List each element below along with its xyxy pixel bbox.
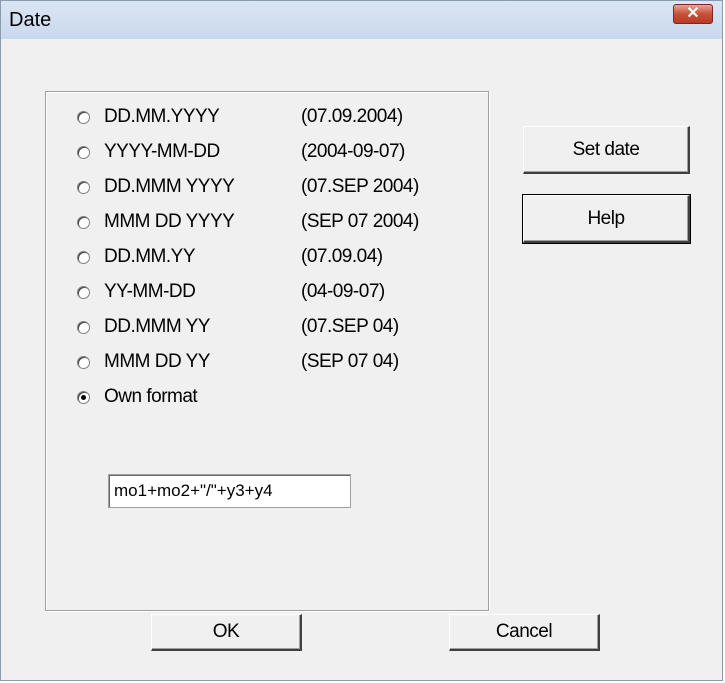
- own-format-input[interactable]: [108, 474, 351, 508]
- title-bar[interactable]: Date ✕: [1, 1, 722, 39]
- format-group: DD.MM.YYYY (07.09.2004) YYYY-MM-DD (2004…: [45, 91, 489, 611]
- format-option-mmm-dd-yy[interactable]: MMM DD YY (SEP 07 04): [77, 350, 399, 374]
- radio-button-icon[interactable]: [77, 180, 90, 194]
- format-label: DD.MM.YYYY: [104, 106, 220, 127]
- radio-button-icon[interactable]: [77, 215, 90, 229]
- format-label: MMM DD YYYY: [104, 211, 235, 232]
- dialog-client: DD.MM.YYYY (07.09.2004) YYYY-MM-DD (2004…: [1, 39, 722, 680]
- format-example: (07.09.2004): [301, 106, 403, 127]
- format-option-dd-mm-yy[interactable]: DD.MM.YY (07.09.04): [77, 245, 383, 269]
- format-example: (07.SEP 04): [301, 316, 399, 337]
- help-button[interactable]: Help: [522, 194, 691, 244]
- close-icon: ✕: [686, 5, 700, 22]
- set-date-button[interactable]: Set date: [523, 126, 690, 174]
- radio-button-icon[interactable]: [77, 355, 90, 369]
- format-example: (2004-09-07): [301, 141, 405, 162]
- cancel-button[interactable]: Cancel: [449, 614, 600, 651]
- ok-button[interactable]: OK: [151, 614, 302, 651]
- format-option-yy-mm-dd[interactable]: YY-MM-DD (04-09-07): [77, 280, 385, 304]
- close-button[interactable]: ✕: [673, 4, 713, 24]
- format-example: (07.SEP 2004): [301, 176, 419, 197]
- format-option-dd-mmm-yyyy[interactable]: DD.MMM YYYY (07.SEP 2004): [77, 175, 419, 199]
- radio-button-icon[interactable]: [77, 145, 90, 159]
- format-label: YYYY-MM-DD: [104, 141, 220, 162]
- radio-button-selected-icon[interactable]: [77, 390, 90, 404]
- format-label: DD.MMM YYYY: [104, 176, 235, 197]
- format-option-dd-mmm-yy[interactable]: DD.MMM YY (07.SEP 04): [77, 315, 399, 339]
- format-label: YY-MM-DD: [104, 281, 196, 302]
- radio-button-icon[interactable]: [77, 250, 90, 264]
- radio-button-icon[interactable]: [77, 320, 90, 334]
- format-label: DD.MM.YY: [104, 246, 196, 267]
- radio-button-icon[interactable]: [77, 110, 90, 124]
- format-option-yyyy-mm-dd[interactable]: YYYY-MM-DD (2004-09-07): [77, 140, 405, 164]
- format-option-own-format[interactable]: Own format: [77, 385, 198, 409]
- format-option-dd-mm-yyyy[interactable]: DD.MM.YYYY (07.09.2004): [77, 105, 403, 129]
- format-example: (SEP 07 04): [301, 351, 399, 372]
- window-title: Date: [9, 9, 52, 31]
- format-example: (SEP 07 2004): [301, 211, 419, 232]
- format-example: (04-09-07): [301, 281, 385, 302]
- radio-button-icon[interactable]: [77, 285, 90, 299]
- format-label: MMM DD YY: [104, 351, 210, 372]
- format-option-mmm-dd-yyyy[interactable]: MMM DD YYYY (SEP 07 2004): [77, 210, 419, 234]
- format-example: (07.09.04): [301, 246, 383, 267]
- date-dialog: Date ✕ DD.MM.YYYY (07.09.2004) YYYY-MM-D…: [0, 0, 723, 681]
- format-label: Own format: [104, 386, 198, 407]
- format-label: DD.MMM YY: [104, 316, 210, 337]
